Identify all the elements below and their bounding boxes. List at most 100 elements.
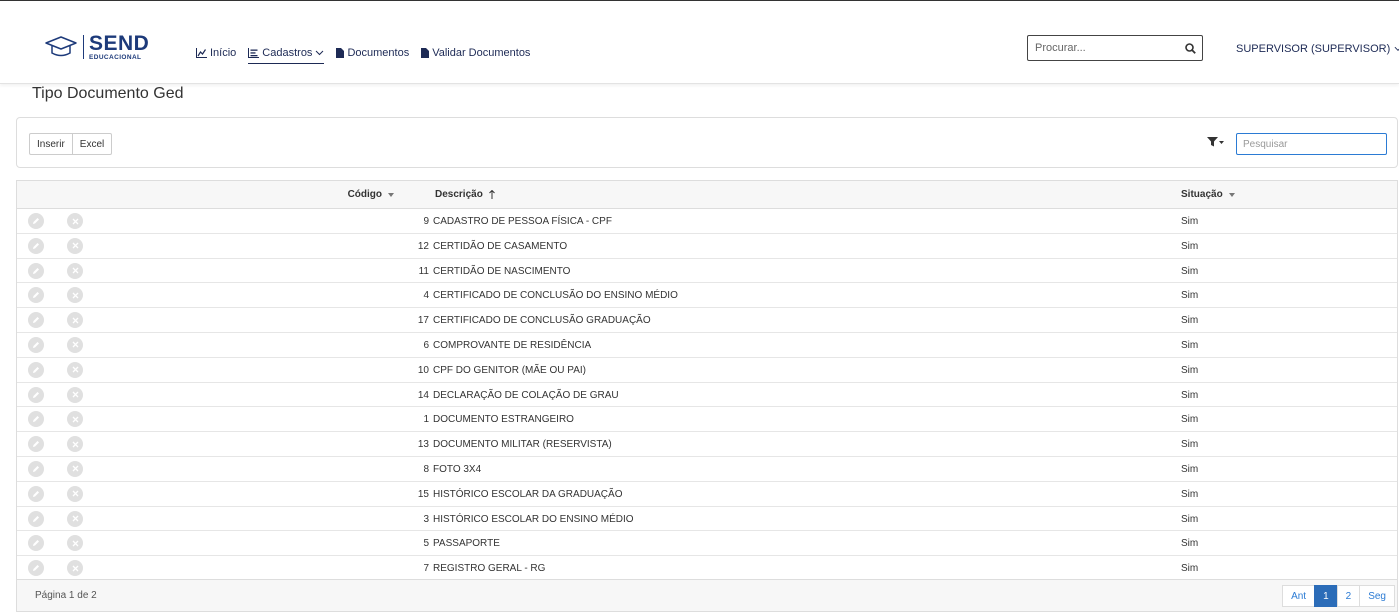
- delete-icon[interactable]: [67, 213, 83, 229]
- cell-situacao: Sim: [1181, 290, 1199, 302]
- table-row[interactable]: 3 HISTÓRICO ESCOLAR DO ENSINO MÉDIO Sim: [17, 507, 1397, 532]
- edit-icon[interactable]: [28, 386, 44, 403]
- logo-separator: [83, 35, 84, 59]
- table-row[interactable]: 15 HISTÓRICO ESCOLAR DA GRADUAÇÃO Sim: [17, 482, 1397, 507]
- data-grid: Código Descrição Situação 9 CADASTRO DE P…: [16, 180, 1398, 612]
- cell-descricao: DOCUMENTO ESTRANGEIRO: [433, 414, 574, 426]
- menu-item-label: Documentos: [347, 47, 410, 59]
- cell-situacao: Sim: [1181, 463, 1199, 475]
- table-row[interactable]: 12 CERTIDÃO DE CASAMENTO Sim: [17, 234, 1397, 259]
- edit-icon[interactable]: [28, 336, 44, 353]
- menu-item-cadastros[interactable]: Cadastros: [248, 47, 325, 64]
- chart-icon: [196, 48, 207, 58]
- delete-icon[interactable]: [67, 485, 83, 502]
- edit-icon[interactable]: [28, 485, 44, 502]
- cell-situacao: Sim: [1181, 414, 1199, 426]
- edit-icon[interactable]: [28, 560, 44, 577]
- page-button-1[interactable]: 1: [1314, 585, 1338, 607]
- edit-icon[interactable]: [28, 213, 44, 229]
- menu-item-validar-documentos[interactable]: Validar Documentos: [421, 47, 530, 59]
- table-row[interactable]: 13 DOCUMENTO MILITAR (RESERVISTA) Sim: [17, 432, 1397, 457]
- filter-dropdown[interactable]: [1207, 137, 1224, 147]
- cell-codigo: 12: [417, 240, 429, 252]
- delete-icon[interactable]: [67, 460, 83, 477]
- edit-icon[interactable]: [28, 411, 44, 428]
- delete-icon[interactable]: [67, 287, 83, 304]
- filter-icon: [1207, 137, 1218, 147]
- edit-icon[interactable]: [28, 262, 44, 279]
- column-label: Descrição: [435, 189, 483, 200]
- cell-descricao: HISTÓRICO ESCOLAR DO ENSINO MÉDIO: [433, 513, 634, 525]
- column-header-descricao[interactable]: Descrição: [435, 189, 495, 200]
- document-icon: [421, 48, 430, 58]
- cell-situacao: Sim: [1181, 513, 1199, 525]
- cell-descricao: CPF DO GENITOR (MÃE OU PAI): [433, 364, 586, 376]
- menu-item-inicio[interactable]: Início: [196, 47, 236, 59]
- table-row[interactable]: 9 CADASTRO DE PESSOA FÍSICA - CPF Sim: [17, 209, 1397, 234]
- edit-icon[interactable]: [28, 287, 44, 304]
- next-page-button[interactable]: Seg: [1359, 585, 1395, 607]
- delete-icon[interactable]: [67, 411, 83, 428]
- cell-situacao: Sim: [1181, 488, 1199, 500]
- logo[interactable]: SEND EDUCACIONAL: [44, 32, 150, 62]
- search-icon[interactable]: [1178, 42, 1202, 54]
- user-name: SUPERVISOR (SUPERVISOR): [1236, 43, 1391, 55]
- table-row[interactable]: 17 CERTIFICADO DE CONCLUSÃO GRADUAÇÃO Sim: [17, 308, 1397, 333]
- grid-search-input[interactable]: [1236, 133, 1387, 155]
- navbar: SEND EDUCACIONAL Início Cadastros Docume…: [0, 12, 1399, 84]
- delete-icon[interactable]: [67, 510, 83, 527]
- edit-icon[interactable]: [28, 361, 44, 378]
- insert-button[interactable]: Inserir: [29, 133, 73, 155]
- column-header-situacao[interactable]: Situação: [1181, 189, 1235, 200]
- edit-icon[interactable]: [28, 510, 44, 527]
- table-row[interactable]: 1 DOCUMENTO ESTRANGEIRO Sim: [17, 407, 1397, 433]
- delete-icon[interactable]: [67, 436, 83, 453]
- global-search-input[interactable]: [1028, 42, 1178, 54]
- page-info: Página 1 de 2: [35, 590, 97, 601]
- table-row[interactable]: 4 CERTIFICADO DE CONCLUSÃO DO ENSINO MÉDI…: [17, 283, 1397, 309]
- cell-codigo: 3: [423, 513, 429, 525]
- delete-icon[interactable]: [67, 312, 83, 329]
- cell-situacao: Sim: [1181, 240, 1199, 252]
- caret-down-icon[interactable]: [388, 192, 394, 197]
- cell-descricao: CERTIFICADO DE CONCLUSÃO GRADUAÇÃO: [433, 315, 651, 327]
- cell-situacao: Sim: [1181, 538, 1199, 550]
- edit-icon[interactable]: [28, 535, 44, 552]
- cell-codigo: 14: [417, 389, 429, 401]
- delete-icon[interactable]: [67, 237, 83, 254]
- pagination: Ant 1 2 Seg: [1282, 585, 1395, 607]
- edit-icon[interactable]: [28, 460, 44, 477]
- prev-page-button[interactable]: Ant: [1282, 585, 1316, 607]
- table-row[interactable]: 10 CPF DO GENITOR (MÃE OU PAI) Sim: [17, 358, 1397, 383]
- column-header-codigo[interactable]: Código: [348, 189, 394, 200]
- table-row[interactable]: 8 FOTO 3X4 Sim: [17, 457, 1397, 482]
- page-button-2[interactable]: 2: [1336, 585, 1361, 607]
- cell-descricao: CADASTRO DE PESSOA FÍSICA - CPF: [433, 216, 612, 227]
- menu-item-label: Início: [210, 47, 237, 59]
- brand-subtitle: EDUCACIONAL: [89, 53, 142, 61]
- logo-words: SEND EDUCACIONAL: [89, 33, 149, 62]
- table-row[interactable]: 5 PASSAPORTE Sim: [17, 531, 1397, 557]
- edit-icon[interactable]: [28, 436, 44, 453]
- cell-descricao: DOCUMENTO MILITAR (RESERVISTA): [433, 439, 612, 451]
- excel-button[interactable]: Excel: [72, 133, 113, 155]
- table-row[interactable]: 7 REGISTRO GERAL - RG Sim: [17, 556, 1397, 581]
- edit-icon[interactable]: [28, 237, 44, 254]
- table-row[interactable]: 6 COMPROVANTE DE RESIDÊNCIA Sim: [17, 333, 1397, 358]
- document-icon: [336, 48, 345, 58]
- delete-icon[interactable]: [67, 336, 83, 353]
- cell-situacao: Sim: [1181, 265, 1199, 277]
- delete-icon[interactable]: [67, 386, 83, 403]
- menu-item-documentos[interactable]: Documentos: [336, 47, 409, 59]
- caret-down-icon[interactable]: [1228, 192, 1235, 197]
- table-row[interactable]: 11 CERTIDÃO DE NASCIMENTO Sim: [17, 259, 1397, 284]
- delete-icon[interactable]: [67, 560, 83, 577]
- delete-icon[interactable]: [67, 361, 83, 378]
- delete-icon[interactable]: [67, 535, 83, 552]
- user-menu[interactable]: SUPERVISOR (SUPERVISOR): [1236, 43, 1399, 55]
- delete-icon[interactable]: [67, 262, 83, 279]
- chevron-down-icon: [316, 50, 324, 56]
- edit-icon[interactable]: [28, 312, 44, 329]
- column-label: Situação: [1181, 189, 1223, 200]
- table-row[interactable]: 14 DECLARAÇÃO DE COLAÇÃO DE GRAU Sim: [17, 383, 1397, 408]
